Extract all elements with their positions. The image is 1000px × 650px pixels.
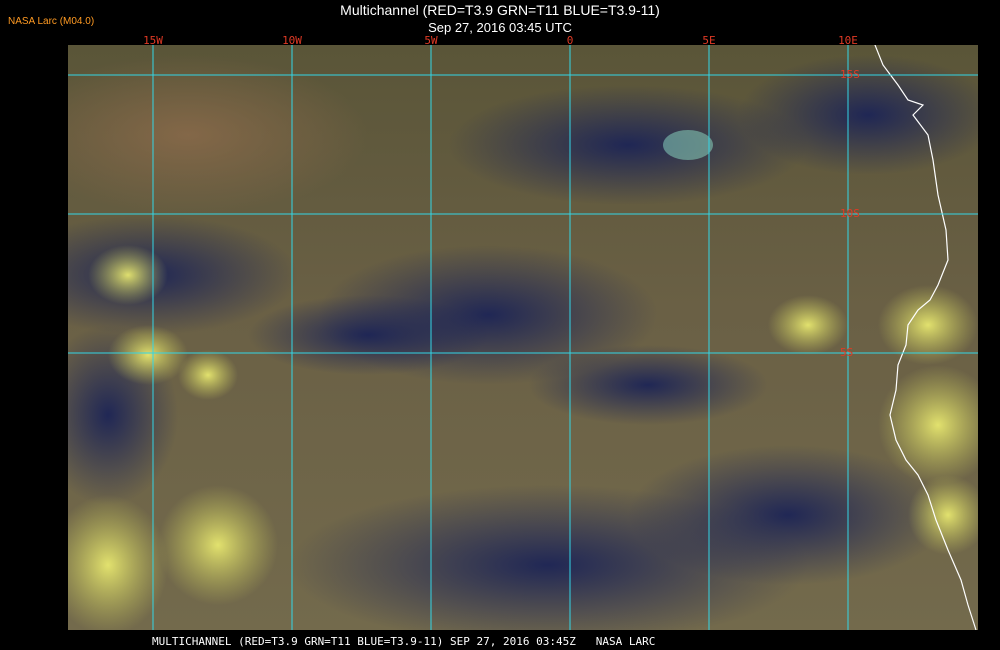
image-title: Multichannel (RED=T3.9 GRN=T11 BLUE=T3.9… bbox=[340, 2, 660, 18]
cloud-field bbox=[68, 55, 978, 630]
longitude-label: 5W bbox=[424, 34, 438, 47]
latitude-label: 5S bbox=[840, 346, 854, 359]
image-datetime: Sep 27, 2016 03:45 UTC bbox=[428, 20, 572, 35]
longitude-label: 15W bbox=[143, 34, 163, 47]
latitude-label: 15S bbox=[840, 68, 860, 81]
longitude-label: 5E bbox=[702, 34, 716, 47]
latitude-label: 10S bbox=[840, 207, 860, 220]
longitude-label: 0 bbox=[566, 34, 574, 47]
satellite-image-viewer: NASA Larc (M04.0) Multichannel (RED=T3.9… bbox=[0, 0, 1000, 650]
longitude-label: 10E bbox=[838, 34, 858, 47]
footer-caption: MULTICHANNEL (RED=T3.9 GRN=T11 BLUE=T3.9… bbox=[0, 633, 1000, 650]
longitude-label: 10W bbox=[282, 34, 302, 47]
satellite-map bbox=[68, 45, 978, 630]
map-layer bbox=[68, 45, 978, 630]
